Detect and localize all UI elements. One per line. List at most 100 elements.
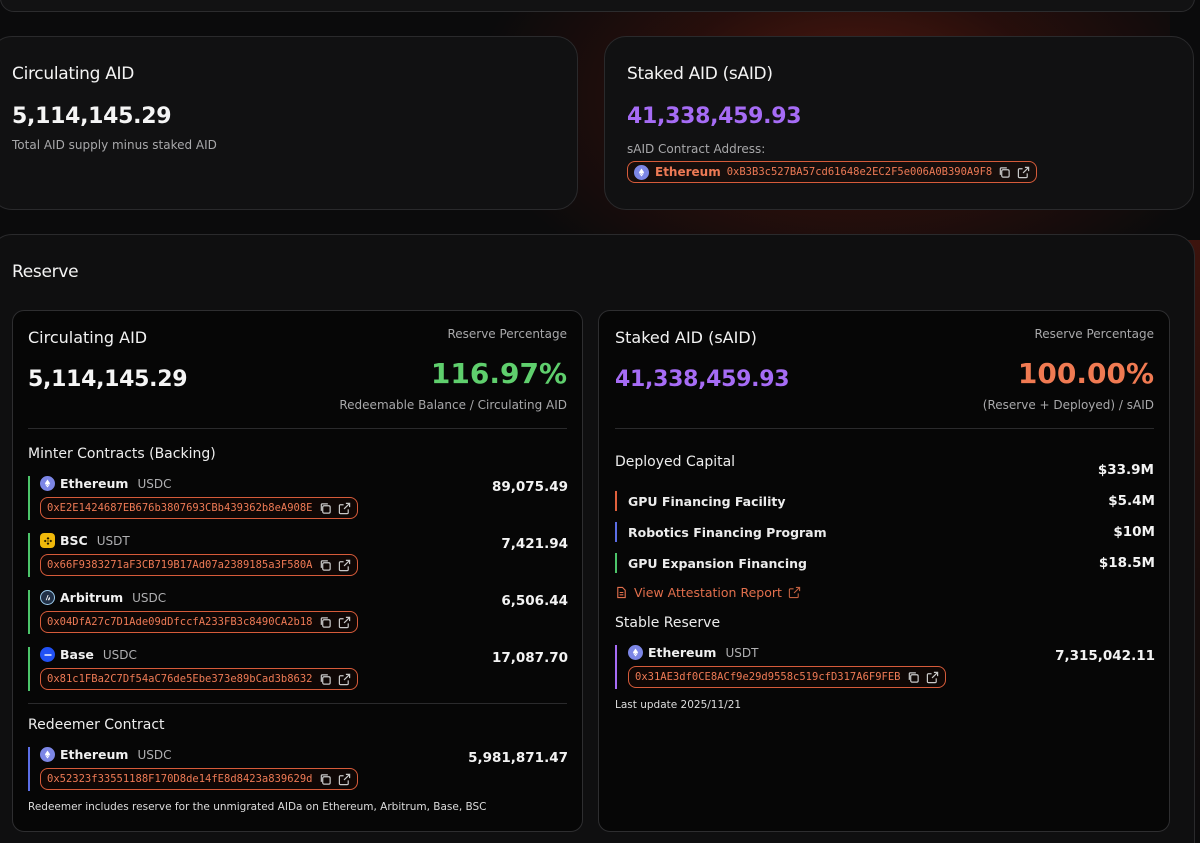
row-accent-bar [28, 476, 30, 520]
minter-contracts-title: Minter Contracts (Backing) [28, 446, 216, 462]
copy-icon[interactable] [319, 773, 332, 786]
circulating-aid-card: Circulating AID 5,114,145.29 Total AID s… [0, 36, 578, 210]
staked-aid-value: 41,338,459.93 [627, 104, 802, 129]
redeemer-address-chip: 0x52323f33551188F170D8de14fE8d8423a83962… [40, 768, 358, 790]
token-name: USDC [102, 647, 137, 662]
row-accent-bar [615, 645, 617, 689]
card-title: Staked AID (sAID) [627, 64, 773, 84]
deployed-item-name: GPU Financing Facility [628, 494, 786, 509]
external-link-icon[interactable] [338, 616, 351, 629]
redeemer-contract-title: Redeemer Contract [28, 717, 165, 733]
copy-icon[interactable] [319, 616, 332, 629]
stable-reserve-title: Stable Reserve [615, 615, 721, 631]
minter-address-chip: 0x66F9383271aF3CB719B17Ad07a2389185a3F58… [40, 554, 358, 576]
external-link-icon[interactable] [926, 671, 939, 684]
ethereum-icon [40, 747, 55, 762]
view-attestation-report-link[interactable]: View Attestation Report [615, 585, 801, 600]
deployed-item-name: GPU Expansion Financing [628, 556, 807, 571]
copy-icon[interactable] [319, 559, 332, 572]
deployed-item-value: $5.4M [1108, 493, 1155, 509]
token-name: USDC [137, 476, 172, 491]
top-card-edge [0, 0, 1195, 12]
minter-row-bsc: BSC USDT 7,421.94 0x66F9383271aF3CB719B17… [28, 533, 568, 577]
staked-reserve-panel: Staked AID (sAID) Reserve Percentage 41,… [598, 310, 1170, 832]
chain-name: Base [60, 647, 94, 662]
chain-name: Ethereum [60, 747, 129, 762]
chain-name: BSC [60, 533, 88, 548]
token-name: USDC [132, 590, 167, 605]
card-title: Circulating AID [12, 64, 135, 84]
contract-address[interactable]: 0x31AE3df0CE8ACf9e29d9558c519cfD317A6F9F… [635, 671, 901, 683]
deployed-item-name: Robotics Financing Program [628, 525, 827, 540]
minter-row-arbitrum: Arbitrum USDC 6,506.44 0x04DfA27c7D1Ade09… [28, 590, 568, 634]
arbitrum-icon [40, 590, 55, 605]
row-accent-bar [28, 747, 30, 791]
deployed-item-gpu-financing: GPU Financing Facility $5.4M [615, 491, 1155, 511]
contract-address[interactable]: 0x04DfA27c7D1Ade09dDfccfA233FB3c8490CA2b… [47, 616, 313, 628]
divider [28, 428, 567, 429]
reserve-percentage-caption: (Reserve + Deployed) / sAID [982, 398, 1154, 412]
minter-row-base: Base USDC 17,087.70 0x81c1FBa2C7Df54aC76d… [28, 647, 568, 691]
redeemer-note: Redeemer includes reserve for the unmigr… [28, 801, 487, 813]
copy-icon[interactable] [319, 673, 332, 686]
deployed-capital-total: $33.9M [1097, 462, 1154, 478]
chain-name: Ethereum [60, 476, 129, 491]
redeemer-row-ethereum: Ethereum USDC 5,981,871.47 0x52323f335511… [28, 747, 568, 791]
row-accent-bar [28, 590, 30, 634]
chain-name: Ethereum [655, 165, 721, 179]
external-link-icon[interactable] [1017, 166, 1030, 179]
token-name: USDC [137, 747, 172, 762]
external-link-icon[interactable] [338, 559, 351, 572]
copy-icon[interactable] [907, 671, 920, 684]
stable-reserve-row-ethereum: Ethereum USDT 7,315,042.11 0x31AE3df0CE8A… [615, 645, 1155, 689]
panel-title: Circulating AID [28, 328, 148, 347]
circulating-aid-value: 5,114,145.29 [28, 367, 188, 392]
staked-aid-card: Staked AID (sAID) 41,338,459.93 sAID Con… [604, 36, 1194, 210]
row-accent-bar [28, 647, 30, 691]
attestation-link-label[interactable]: View Attestation Report [634, 585, 782, 600]
token-name: USDT [96, 533, 130, 548]
minter-address-chip: 0x04DfA27c7D1Ade09dDfccfA233FB3c8490CA2b… [40, 611, 358, 633]
row-accent-bar [28, 533, 30, 577]
stable-reserve-balance: 7,315,042.11 [1055, 648, 1155, 664]
contract-address[interactable]: 0x52323f33551188F170D8de14fE8d8423a83962… [47, 773, 313, 785]
ethereum-icon [40, 476, 55, 491]
chain-name: Arbitrum [60, 590, 124, 605]
minter-address-chip: 0x81c1FBa2C7Df54aC76de5Ebe373e89bCad3b86… [40, 668, 358, 690]
chain-name: Ethereum [648, 645, 717, 660]
contract-address[interactable]: 0x81c1FBa2C7Df54aC76de5Ebe373e89bCad3b86… [47, 673, 313, 685]
row-accent-bar [615, 553, 617, 573]
external-link-icon[interactable] [338, 773, 351, 786]
minter-balance: 17,087.70 [491, 650, 568, 666]
redeemer-balance: 5,981,871.47 [468, 750, 568, 766]
reserve-title: Reserve [12, 262, 79, 282]
divider [615, 428, 1154, 429]
copy-icon[interactable] [319, 502, 332, 515]
ethereum-icon [628, 645, 643, 660]
deployed-item-gpu-expansion: GPU Expansion Financing $18.5M [615, 553, 1155, 573]
divider [28, 703, 567, 704]
minter-balance: 89,075.49 [491, 479, 568, 495]
said-address-chip: Ethereum 0xB3B3c527BA57cd61648e2EC2F5e00… [627, 161, 1038, 183]
token-name: USDT [725, 645, 759, 660]
contract-address[interactable]: 0x66F9383271aF3CB719B17Ad07a2389185a3F58… [47, 559, 313, 571]
external-link-icon[interactable] [788, 586, 801, 599]
circulating-aid-caption: Total AID supply minus staked AID [12, 138, 217, 152]
ethereum-icon [634, 164, 649, 180]
contract-address[interactable]: 0xE2E1424687EB676b3807693CBb439362b8eA90… [47, 502, 313, 514]
circulating-reserve-panel: Circulating AID Reserve Percentage 5,114… [12, 310, 583, 832]
bsc-icon [40, 533, 55, 548]
reserve-percentage-caption: Redeemable Balance / Circulating AID [339, 398, 567, 412]
base-icon [40, 647, 55, 662]
stable-reserve-address-chip: 0x31AE3df0CE8ACf9e29d9558c519cfD317A6F9F… [628, 666, 946, 688]
contract-address-label: sAID Contract Address: [627, 142, 766, 156]
deployed-item-robotics-financing: Robotics Financing Program $10M [615, 522, 1155, 542]
external-link-icon[interactable] [338, 502, 351, 515]
copy-icon[interactable] [998, 166, 1011, 179]
reserve-percentage-label: Reserve Percentage [447, 327, 567, 341]
contract-address[interactable]: 0xB3B3c527BA57cd61648e2EC2F5e006A0B390A9… [727, 166, 993, 178]
circulating-aid-value: 5,114,145.29 [12, 104, 172, 129]
staked-aid-value: 41,338,459.93 [615, 367, 790, 392]
reserve-percentage-label: Reserve Percentage [1034, 327, 1154, 341]
external-link-icon[interactable] [338, 673, 351, 686]
